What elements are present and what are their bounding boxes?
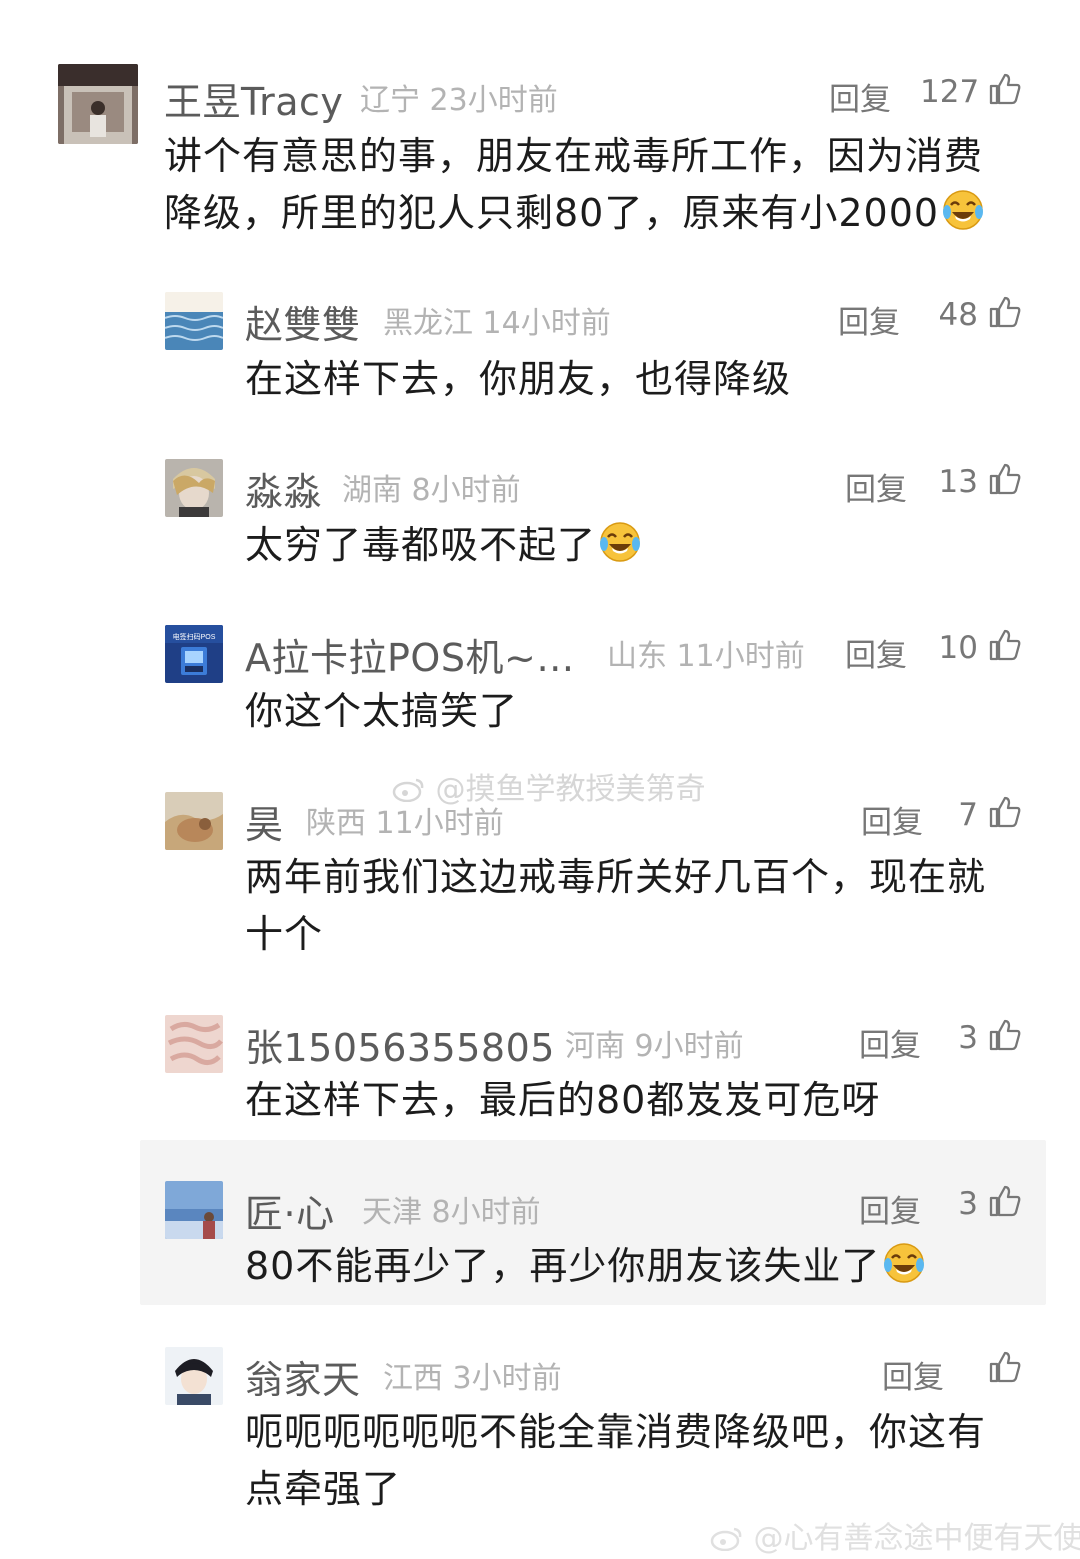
like-count: 3 xyxy=(958,1020,978,1056)
like-count: 10 xyxy=(938,630,978,666)
avatar[interactable] xyxy=(165,1347,223,1405)
comment-meta: 江西 3小时前 xyxy=(383,1353,562,1397)
comment-line: 80不能再少了，再少你朋友该失业了 xyxy=(245,1238,926,1295)
comment-line: 十个 xyxy=(245,912,324,956)
comment-text: 80不能再少了，再少你朋友该失业了 xyxy=(245,1238,926,1295)
comment-line: 降级，所里的犯人只剩80了，原来有小2000 xyxy=(164,185,985,242)
timestamp: 8小时前 xyxy=(431,1195,541,1230)
timestamp: 8小时前 xyxy=(411,473,521,508)
avatar[interactable]: 电签扫码POS xyxy=(165,625,223,683)
location: 江西 xyxy=(383,1361,443,1396)
user-name[interactable]: 王昱Tracy xyxy=(164,71,343,126)
watermark: @心有善念途中便有天使 xyxy=(710,1513,1080,1557)
weibo-logo-icon xyxy=(710,1524,744,1552)
comment-line: 点牵强了 xyxy=(245,1467,402,1511)
user-name[interactable]: 赵雙雙 xyxy=(245,294,361,349)
user-name[interactable]: 张15056355805 xyxy=(245,1017,555,1072)
user-name[interactable]: 匠·心 xyxy=(245,1183,335,1238)
reply-button[interactable]: 回复 xyxy=(882,1352,944,1397)
comment-meta: 湖南 8小时前 xyxy=(342,465,521,509)
location: 陕西 xyxy=(306,806,366,841)
comment-text: 讲个有意思的事，朋友在戒毒所工作，因为消费 降级，所里的犯人只剩80了，原来有小… xyxy=(164,128,985,242)
comment-meta: 辽宁 23小时前 xyxy=(360,75,558,119)
location: 天津 xyxy=(362,1195,422,1230)
reply-button[interactable]: 回复 xyxy=(838,297,900,342)
user-name[interactable]: 翁家天 xyxy=(245,1349,361,1404)
comment-text: 你这个太搞笑了 xyxy=(245,683,518,740)
avatar[interactable] xyxy=(165,459,223,517)
timestamp: 14小时前 xyxy=(482,306,611,341)
comment-text: 在这样下去，最后的80都岌岌可危呀 xyxy=(245,1072,880,1129)
avatar[interactable] xyxy=(165,792,223,850)
like-count: 48 xyxy=(938,297,978,333)
avatar[interactable] xyxy=(165,1015,223,1073)
avatar-text: 电签扫码POS xyxy=(173,632,216,641)
comment-meta: 天津 8小时前 xyxy=(362,1187,541,1231)
timestamp: 11小时前 xyxy=(375,806,504,841)
comment-line: 两年前我们这边戒毒所关好几百个，现在就 xyxy=(245,855,987,899)
avatar[interactable] xyxy=(58,64,138,144)
comment-line: 你这个太搞笑了 xyxy=(245,689,519,733)
timestamp: 23小时前 xyxy=(429,83,558,118)
comment-meta: 黑龙江 14小时前 xyxy=(383,298,611,342)
comment-text: 在这样下去，你朋友，也得降级 xyxy=(245,351,791,408)
comment-line: 讲个有意思的事，朋友在戒毒所工作，因为消费 xyxy=(164,134,984,178)
reply-button[interactable]: 回复 xyxy=(845,630,907,675)
comment-meta: 山东 11小时前 xyxy=(607,631,805,675)
location: 河南 xyxy=(565,1029,625,1064)
user-name[interactable]: A拉卡拉POS机~… xyxy=(245,627,575,682)
thumbs-up-icon[interactable] xyxy=(988,1184,1022,1218)
like-count: 13 xyxy=(938,464,978,500)
thumbs-up-icon[interactable] xyxy=(988,795,1022,829)
avatar[interactable] xyxy=(165,292,223,350)
reply-button[interactable]: 回复 xyxy=(845,464,907,509)
location: 辽宁 xyxy=(360,83,420,118)
comment-text: 太穷了毒都吸不起了 xyxy=(245,517,642,574)
laugh-cry-emoji-icon xyxy=(884,1243,925,1283)
like-count: 7 xyxy=(958,797,978,833)
timestamp: 9小时前 xyxy=(634,1029,744,1064)
comment-text: 两年前我们这边戒毒所关好几百个，现在就 十个 xyxy=(245,849,986,963)
reply-button[interactable]: 回复 xyxy=(859,1020,921,1065)
reply-button[interactable]: 回复 xyxy=(861,797,923,842)
thumbs-up-icon[interactable] xyxy=(988,72,1022,106)
timestamp: 3小时前 xyxy=(452,1361,562,1396)
location: 黑龙江 xyxy=(383,306,473,341)
avatar[interactable] xyxy=(165,1181,223,1239)
comment-line: 在这样下去，你朋友，也得降级 xyxy=(245,357,792,401)
comment-meta: 河南 9小时前 xyxy=(565,1021,744,1065)
thumbs-up-icon[interactable] xyxy=(988,1018,1022,1052)
like-count: 127 xyxy=(920,74,980,110)
thumbs-up-icon[interactable] xyxy=(988,628,1022,662)
user-name[interactable]: 昊 xyxy=(245,794,284,849)
comment-line: 太穷了毒都吸不起了 xyxy=(245,517,642,574)
laugh-cry-emoji-icon xyxy=(943,190,984,230)
location: 湖南 xyxy=(342,473,402,508)
thumbs-up-icon[interactable] xyxy=(988,295,1022,329)
thumbs-up-icon[interactable] xyxy=(988,1350,1022,1384)
location: 山东 xyxy=(607,639,667,674)
reply-button[interactable]: 回复 xyxy=(859,1186,921,1231)
thumbs-up-icon[interactable] xyxy=(988,462,1022,496)
comment-line: 在这样下去，最后的80都岌岌可危呀 xyxy=(245,1078,881,1122)
user-name[interactable]: 淼淼 xyxy=(245,461,322,516)
laugh-cry-emoji-icon xyxy=(600,522,641,562)
comment-meta: 陕西 11小时前 xyxy=(306,798,504,842)
like-count: 3 xyxy=(958,1186,978,1222)
comment-text: 呃呃呃呃呃呃不能全靠消费降级吧，你这有 点牵强了 xyxy=(245,1404,986,1518)
timestamp: 11小时前 xyxy=(676,639,805,674)
comment-line: 呃呃呃呃呃呃不能全靠消费降级吧，你这有 xyxy=(245,1410,987,1454)
reply-button[interactable]: 回复 xyxy=(829,74,891,119)
